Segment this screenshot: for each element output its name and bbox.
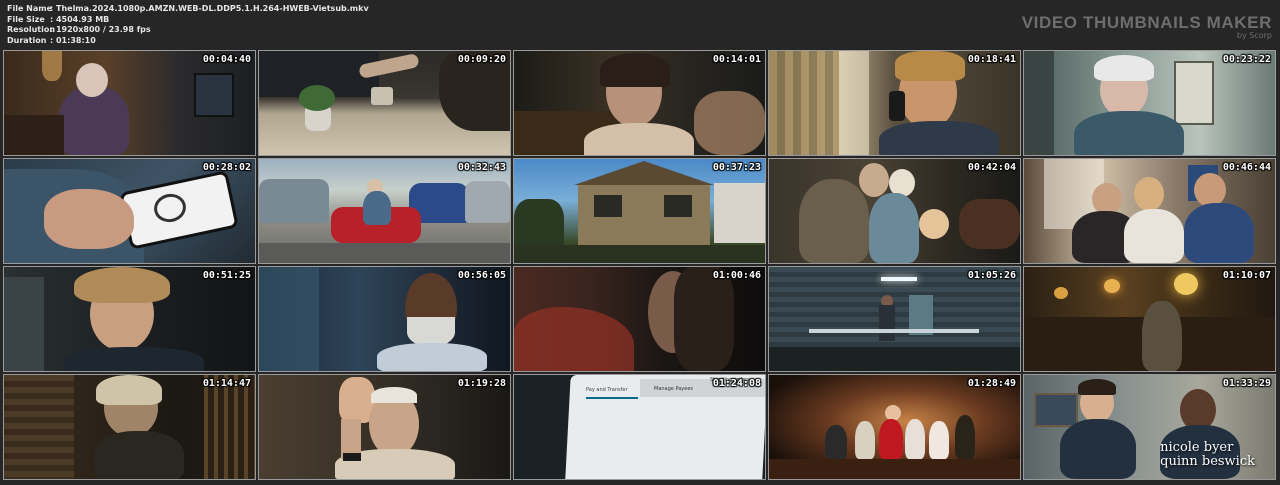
info-row-resolution: Resolution: 1920x800 / 23.98 fps [7,25,369,36]
info-label: File Size [7,14,45,24]
thumbnail-desk-with-plant-and-mug[interactable]: 00:09:20 [258,50,511,156]
tab-manage-payees: Manage Payees [654,386,694,392]
timestamp: 01:00:46 [712,270,761,281]
timestamp: 00:51:25 [202,270,251,281]
timestamp: 00:28:02 [202,162,251,173]
info-row-file-name: File Name: Thelma.2024.1080p.AMZN.WEB-DL… [7,4,369,15]
brand-logo: VIDEO THUMBNAILS MAKER by Scorp [1022,14,1272,40]
timestamp: 00:14:01 [712,54,761,65]
info-value: : 4504.93 MB [50,14,110,24]
thumbnail-elderly-man-fist[interactable]: 01:19:28 [258,374,511,480]
timestamp: 01:14:47 [202,378,251,389]
timestamp: 00:42:04 [967,162,1016,173]
info-row-file-size: File Size : 4504.93 MB [7,15,369,26]
thumbnail-three-people-looking-at-phone[interactable]: 00:46:44 [1023,158,1276,264]
file-info-panel: File Name: Thelma.2024.1080p.AMZN.WEB-DL… [7,4,369,46]
timestamp: 01:19:28 [457,378,506,389]
timestamp: 01:10:07 [1222,270,1271,281]
brand-title: VIDEO THUMBNAILS MAKER [1021,13,1272,32]
thumbnail-woman-in-dark[interactable]: 01:00:46 [513,266,766,372]
thumbnail-two-elderly-people-room[interactable]: 00:42:04 [768,158,1021,264]
timestamp: 00:37:23 [712,162,761,173]
thumbnail-stage-performance[interactable]: 01:28:49 [768,374,1021,480]
thumbnail-antique-shop-interior[interactable]: 01:10:07 [1023,266,1276,372]
info-row-duration: Duration: 01:38:10 [7,36,369,47]
thumbnail-grid: 00:04:40 00:09:20 00:14:01 00:18:41 00:2… [3,50,1276,480]
info-value: : 01:38:10 [50,35,96,45]
thumbnail-red-mobility-scooter-parking-lot[interactable]: 00:32:43 [258,158,511,264]
timestamp: 00:56:05 [457,270,506,281]
thumbnail-elderly-woman-profile[interactable]: 01:14:47 [3,374,256,480]
info-label: File Name [7,4,53,13]
credit-name: quinn beswick [1160,454,1255,469]
info-label: Duration [7,35,47,45]
timestamp: 01:33:29 [1222,378,1271,389]
tab-pay-and-transfer: Pay and Transfer [586,387,628,393]
info-value: : 1920x800 / 23.98 fps [50,25,151,34]
timestamp: 00:32:43 [457,162,506,173]
credit-name: nicole byer [1160,440,1234,455]
info-label: Resolution [7,25,56,34]
credits-caption: nicole byer quinn beswick [1160,441,1255,469]
thumbnail-house-exterior[interactable]: 00:37:23 [513,158,766,264]
thumbnail-hand-holding-phone[interactable]: 00:28:02 [3,158,256,264]
thumbnail-two-officers-credits[interactable]: nicole byer quinn beswick 01:33:29 [1023,374,1276,480]
timestamp: 00:18:41 [967,54,1016,65]
thumbnail-young-man-on-phone[interactable]: 00:18:41 [768,50,1021,156]
timestamp: 01:24:08 [712,378,761,389]
thumbnail-woman-with-glasses[interactable]: 00:14:01 [513,50,766,156]
timestamp: 01:28:49 [967,378,1016,389]
timestamp: 01:05:26 [967,270,1016,281]
thumbnail-elderly-woman-hallway[interactable]: 00:23:22 [1023,50,1276,156]
thumbnail-night-porch[interactable]: 01:05:26 [768,266,1021,372]
timestamp: 00:04:40 [202,54,251,65]
thumbnail-elderly-man-closeup[interactable]: 00:56:05 [258,266,511,372]
brand-subtitle: by Scorp [1236,31,1272,40]
thumbnail-elderly-woman-at-computer[interactable]: 00:04:40 [3,50,256,156]
info-value: : Thelma.2024.1080p.AMZN.WEB-DL.DDP5.1.H… [50,4,369,13]
thumbnail-computer-screen-pay-and-transfer[interactable]: Pay and Transfer Manage Payees Standing … [513,374,766,480]
timestamp: 00:23:22 [1222,54,1271,65]
timestamp: 00:09:20 [457,54,506,65]
thumbnail-young-man-closeup[interactable]: 00:51:25 [3,266,256,372]
timestamp: 00:46:44 [1222,162,1271,173]
